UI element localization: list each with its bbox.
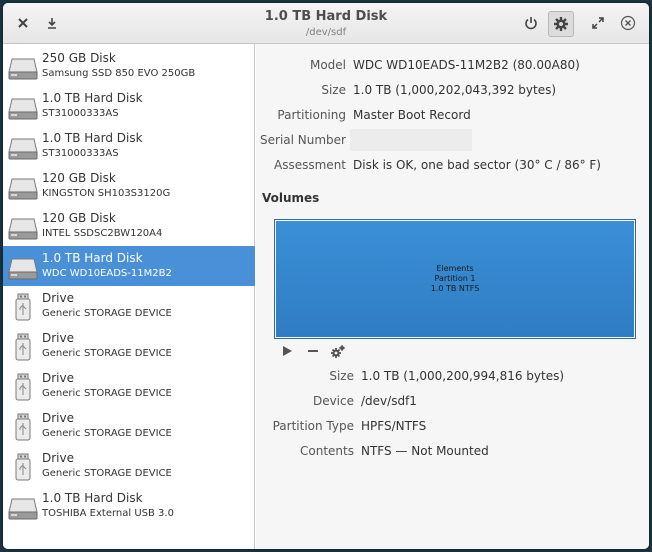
device-value: /dev/sdf1: [361, 394, 417, 408]
serial-number-label: Serial Number: [260, 133, 346, 147]
disk-model: Generic STORAGE DEVICE: [42, 308, 172, 319]
partition-block[interactable]: Elements Partition 1 1.0 TB NTFS: [276, 221, 634, 337]
disk-model: Samsung SSD 850 EVO 250GB: [42, 68, 196, 79]
contents-value: NTFS — Not Mounted: [361, 444, 489, 458]
partition-name: Elements: [436, 264, 474, 273]
disk-name: Drive: [42, 371, 74, 385]
disk-list-item[interactable]: Drive Generic STORAGE DEVICE: [3, 366, 255, 406]
disk-list-item[interactable]: Drive Generic STORAGE DEVICE: [3, 286, 255, 326]
gears-icon: [331, 345, 345, 358]
model-value: WDC WD10EADS-11M2B2 (80.00A80): [353, 58, 580, 72]
disk-name: Drive: [42, 331, 74, 345]
assessment-value: Disk is OK, one bad sector (30° C / 86° …: [353, 158, 601, 172]
partitioning-label: Partitioning: [277, 108, 346, 122]
hard-disk-icon: [8, 53, 38, 81]
disk-list: 250 GB Disk Samsung SSD 850 EVO 250GB 1.0 …: [3, 44, 255, 549]
disk-list-item[interactable]: 1.0 TB Hard Disk WDC WD10EADS-11M2B2: [3, 246, 255, 286]
settings-button[interactable]: [548, 11, 574, 37]
gear-icon: [554, 17, 568, 31]
disk-model: ST31000333AS: [42, 108, 119, 119]
disk-name: 120 GB Disk: [42, 211, 116, 225]
disk-list-item[interactable]: Drive Generic STORAGE DEVICE: [3, 326, 255, 366]
disk-list-item[interactable]: 1.0 TB Hard Disk TOSHIBA External USB 3.0: [3, 486, 255, 526]
disk-name: 1.0 TB Hard Disk: [42, 491, 143, 505]
disk-name: 250 GB Disk: [42, 51, 116, 65]
play-icon: [283, 346, 292, 356]
contents-label: Contents: [300, 444, 354, 458]
model-label: Model: [309, 58, 346, 72]
disk-details: Model WDC WD10EADS-11M2B2 (80.00A80) Siz…: [256, 44, 649, 549]
disks-window: 1.0 TB Hard Disk /dev/sdf 250 GB Disk Sam…: [3, 3, 649, 549]
hard-disk-icon: [8, 133, 38, 161]
usb-drive-icon: [8, 333, 38, 361]
disk-model: Generic STORAGE DEVICE: [42, 468, 172, 479]
partitioning-value: Master Boot Record: [353, 108, 471, 122]
disk-model: Generic STORAGE DEVICE: [42, 388, 172, 399]
disk-list-item[interactable]: 250 GB Disk Samsung SSD 850 EVO 250GB: [3, 46, 255, 86]
disk-name: Drive: [42, 451, 74, 465]
volume-size-value: 1.0 TB (1,000,200,994,816 bytes): [361, 369, 565, 383]
disk-name: 1.0 TB Hard Disk: [42, 251, 143, 265]
hard-disk-icon: [8, 93, 38, 121]
mount-button[interactable]: [280, 344, 294, 362]
partition-number: Partition 1: [434, 274, 476, 283]
serial-number-value: [350, 129, 472, 151]
disk-name: 1.0 TB Hard Disk: [42, 131, 143, 145]
hard-disk-icon: [8, 213, 38, 241]
device-label: Device: [312, 394, 354, 408]
volume-map: Elements Partition 1 1.0 TB NTFS: [274, 219, 636, 339]
disk-name: Drive: [42, 411, 74, 425]
titlebar: 1.0 TB Hard Disk /dev/sdf: [3, 3, 649, 44]
partition-type-label: Partition Type: [272, 419, 354, 433]
partition-type-value: HPFS/NTFS: [361, 419, 427, 433]
minus-icon: [308, 350, 318, 352]
power-icon[interactable]: [519, 11, 543, 35]
disk-list-item[interactable]: 120 GB Disk INTEL SSDSC2BW120A4: [3, 206, 255, 246]
maximize-icon[interactable]: [586, 11, 610, 35]
usb-drive-icon: [8, 293, 38, 321]
disk-list-item[interactable]: Drive Generic STORAGE DEVICE: [3, 406, 255, 446]
size-value: 1.0 TB (1,000,202,043,392 bytes): [353, 83, 557, 97]
disk-list-item[interactable]: 1.0 TB Hard Disk ST31000333AS: [3, 126, 255, 166]
partition-options-button[interactable]: [330, 344, 346, 364]
disk-name: 120 GB Disk: [42, 171, 116, 185]
size-label: Size: [321, 83, 346, 97]
disk-name: Drive: [42, 291, 74, 305]
partition-size-type: 1.0 TB NTFS: [430, 284, 480, 293]
disk-model: KINGSTON SH103S3120G: [42, 188, 171, 199]
disk-model: Generic STORAGE DEVICE: [42, 348, 172, 359]
usb-drive-icon: [8, 373, 38, 401]
disk-name: 1.0 TB Hard Disk: [42, 91, 143, 105]
volume-size-label: Size: [329, 369, 354, 383]
hard-disk-icon: [8, 493, 38, 521]
hard-disk-icon: [8, 173, 38, 201]
usb-drive-icon: [8, 453, 38, 481]
hard-disk-icon: [8, 253, 38, 281]
delete-partition-button[interactable]: [306, 344, 320, 362]
disk-model: WDC WD10EADS-11M2B2: [42, 268, 172, 279]
assessment-label: Assessment: [274, 158, 346, 172]
usb-drive-icon: [8, 413, 38, 441]
disk-model: INTEL SSDSC2BW120A4: [42, 228, 163, 239]
disk-list-item[interactable]: 120 GB Disk KINGSTON SH103S3120G: [3, 166, 255, 206]
disk-list-item[interactable]: 1.0 TB Hard Disk ST31000333AS: [3, 86, 255, 126]
disk-list-item[interactable]: Drive Generic STORAGE DEVICE: [3, 446, 255, 486]
window-close-icon[interactable]: [616, 11, 640, 35]
disk-model: ST31000333AS: [42, 148, 119, 159]
volumes-heading: Volumes: [262, 191, 320, 205]
disk-model: TOSHIBA External USB 3.0: [42, 508, 174, 519]
disk-model: Generic STORAGE DEVICE: [42, 428, 172, 439]
